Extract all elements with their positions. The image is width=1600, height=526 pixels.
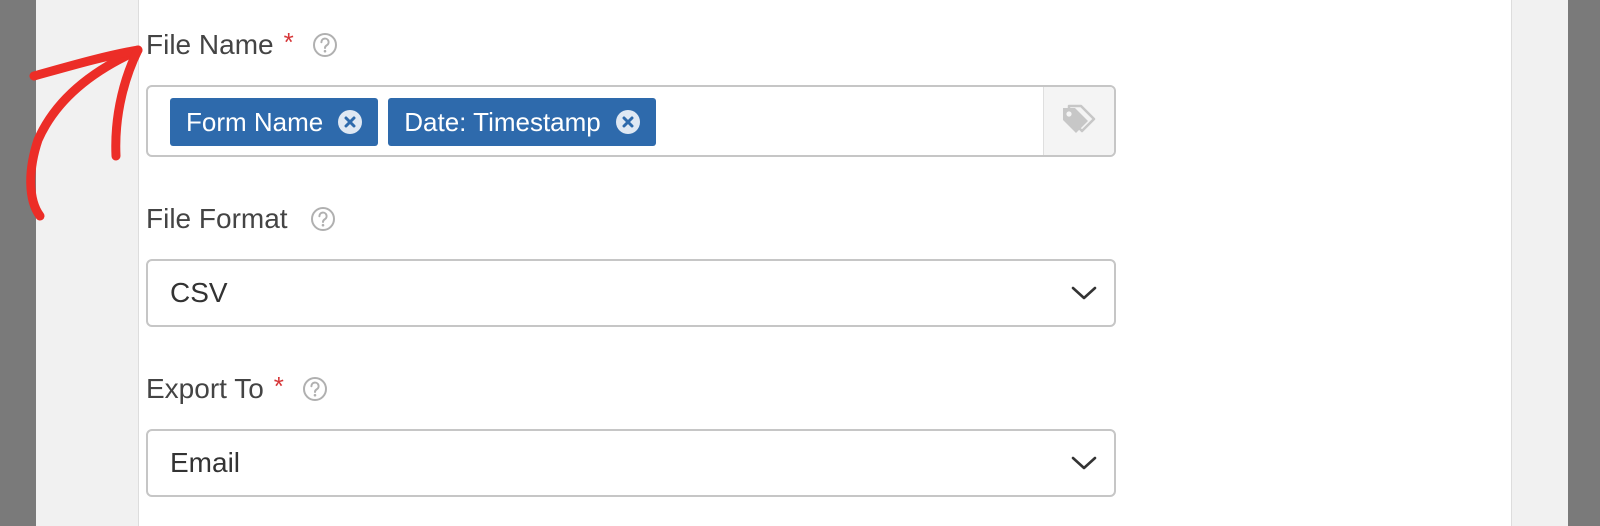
file-format-label: File Format: [146, 203, 288, 234]
file-name-smart-tag-input[interactable]: Form Name Date: Timestamp: [146, 85, 1116, 157]
question-circle-icon[interactable]: [312, 32, 338, 58]
close-circle-icon[interactable]: [615, 109, 641, 135]
file-format-select[interactable]: CSV: [146, 259, 1116, 327]
question-circle-icon[interactable]: [302, 376, 328, 402]
smart-tags-button[interactable]: [1043, 87, 1114, 155]
tags-icon: [1059, 102, 1099, 141]
file-format-value: CSV: [170, 277, 228, 308]
required-asterisk: *: [273, 370, 284, 401]
tag-list: Form Name Date: Timestamp: [170, 98, 656, 146]
chevron-down-icon: [1070, 279, 1098, 307]
export-to-value: Email: [170, 447, 241, 478]
required-asterisk: *: [283, 26, 294, 57]
export-to-label: Export To: [146, 373, 264, 404]
chevron-down-icon: [1070, 449, 1098, 477]
file-name-label: File Name: [146, 29, 274, 60]
export-to-label-row: Export To *: [146, 371, 328, 407]
file-format-label-row: File Format: [146, 201, 336, 237]
question-circle-icon[interactable]: [310, 206, 336, 232]
tag-form-name[interactable]: Form Name: [170, 98, 379, 146]
tag-label: Form Name: [186, 106, 324, 137]
tag-label: Date: Timestamp: [404, 106, 601, 137]
close-circle-icon[interactable]: [337, 109, 363, 135]
export-to-select[interactable]: Email: [146, 429, 1116, 497]
file-name-label-row: File Name *: [146, 27, 338, 63]
tag-date-timestamp[interactable]: Date: Timestamp: [388, 98, 656, 146]
